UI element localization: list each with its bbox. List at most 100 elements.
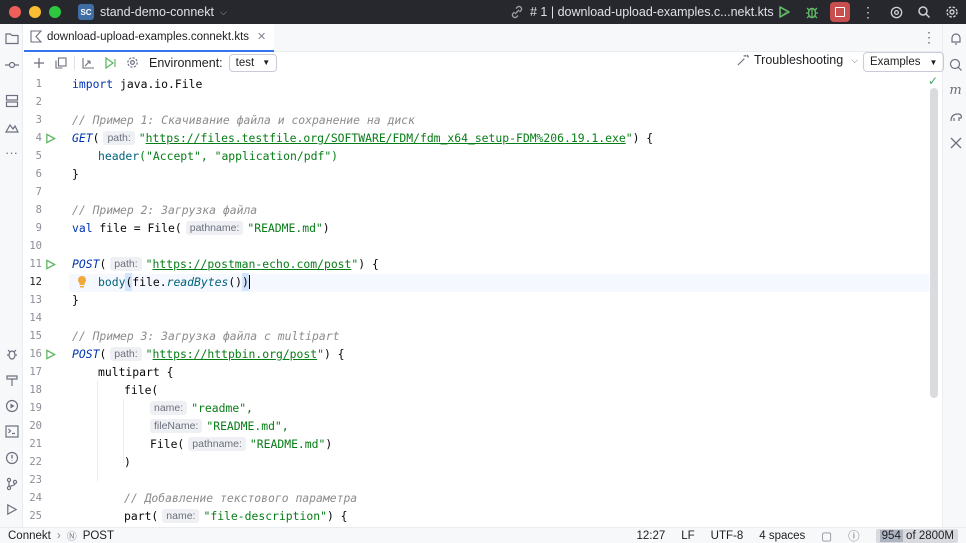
vertical-scrollbar[interactable] [930, 88, 938, 398]
lock-icon[interactable]: ▢ [821, 529, 832, 543]
code-line: ) [124, 453, 131, 471]
maven-tool-button[interactable]: m [947, 82, 964, 99]
caret-position[interactable]: 12:27 [636, 530, 665, 542]
notifications-button[interactable] [947, 30, 964, 47]
right-tool-strip: m [942, 24, 966, 527]
run-request-gutter-button[interactable] [44, 345, 56, 363]
code-line: multipart { [98, 363, 173, 381]
troubleshooting-button[interactable]: Troubleshooting ⌵ [736, 53, 858, 67]
editor-settings-button[interactable] [121, 53, 143, 73]
run-button[interactable] [770, 0, 798, 24]
memory-total: of 2800M [906, 529, 954, 542]
url-link[interactable]: https://files.testfile.org/SOFTWARE/FDM/… [146, 129, 626, 147]
problems-icon [5, 451, 18, 464]
line-number: 8 [35, 204, 42, 216]
commit-tool-button[interactable] [3, 56, 20, 73]
code-text: ) [325, 437, 333, 451]
services-icon [4, 123, 19, 133]
parameter-hint: pathname: [185, 221, 244, 235]
more-actions-button[interactable]: ⋮ [854, 0, 882, 24]
code-line: GET(path: " https://files.testfile.org/SOF… [72, 129, 653, 147]
git-tool-button[interactable] [3, 475, 20, 492]
problems-tool-button[interactable] [3, 449, 20, 466]
string: " [145, 347, 153, 361]
string: "README.md", [206, 419, 289, 433]
function-call: readBytes [166, 275, 229, 289]
keyword: val [72, 221, 93, 235]
add-request-button[interactable] [28, 53, 50, 73]
environment-select[interactable]: test ▼ [228, 53, 278, 72]
gradle-tool-button[interactable] [947, 108, 964, 125]
tabs-more-icon[interactable]: ⋮ [922, 29, 936, 46]
terminal-tool-button[interactable] [3, 423, 20, 440]
string: "README.md" [247, 221, 323, 235]
ai-chat-button[interactable] [947, 56, 964, 73]
comment: // Пример 3: Загрузка файла с multipart [72, 329, 340, 343]
window-controls [9, 6, 65, 18]
url-link[interactable]: https://postman-echo.com/post [153, 255, 352, 273]
close-window-button[interactable] [9, 6, 21, 18]
status-bar: Connekt › Ⓝ POST 12:27 LF UTF-8 4 spaces… [0, 527, 966, 543]
run-tool-button[interactable] [3, 397, 20, 414]
git-branch-icon [6, 477, 17, 490]
search-everywhere-button[interactable] [910, 0, 938, 24]
ai-assistant-button[interactable] [882, 0, 910, 24]
comment: // Пример 2: Загрузка файла [72, 203, 258, 217]
services-tool-button[interactable] [3, 118, 20, 135]
memory-indicator[interactable]: 954 of 2800M [875, 528, 958, 543]
tab-download-upload-examples[interactable]: download-upload-examples.connekt.kts ✕ [24, 23, 275, 52]
breadcrumb-item[interactable]: POST [83, 530, 114, 542]
examples-dropdown[interactable]: Examples ▼ [863, 52, 945, 72]
code-line: // Добавление текстового параметра [124, 489, 357, 507]
code-line: // Пример 1: Скачивание файла и сохранен… [72, 111, 415, 129]
code-text: ) [242, 273, 249, 291]
line-number: 3 [35, 114, 42, 126]
line-number: 23 [29, 474, 42, 486]
close-icon[interactable]: ✕ [257, 30, 266, 43]
code-editor[interactable]: import java.io.File // Пример 1: Скачива… [69, 75, 929, 527]
run-all-icon [104, 56, 116, 69]
code-text: } [72, 167, 79, 181]
stop-button[interactable] [830, 2, 850, 22]
string: " [625, 131, 633, 145]
run-bottom-button[interactable] [3, 501, 20, 518]
run-configuration-selector[interactable]: # 1 | download-upload-examples.c...nekt.… [510, 2, 787, 22]
copy-button[interactable] [50, 53, 72, 73]
breadcrumb-item[interactable]: Connekt [8, 530, 51, 542]
database-tool-button[interactable] [947, 134, 964, 151]
run-all-button[interactable] [99, 53, 121, 73]
function-icon: Ⓝ [66, 532, 77, 543]
hammer-icon [5, 374, 18, 386]
indent-setting[interactable]: 4 spaces [759, 530, 805, 542]
run-request-gutter-button[interactable] [44, 255, 56, 273]
zoom-window-button[interactable] [49, 6, 61, 18]
parameter-hint: path: [110, 257, 142, 271]
info-icon[interactable]: ⓘ [848, 528, 860, 543]
collapse-button[interactable] [77, 53, 99, 73]
settings-button[interactable] [938, 0, 966, 24]
project-selector[interactable]: SC stand-demo-connekt ⌵ [72, 2, 233, 22]
collapse-icon [81, 57, 94, 69]
line-number: 15 [29, 330, 42, 342]
minimize-window-button[interactable] [29, 6, 41, 18]
run-request-gutter-button[interactable] [44, 129, 56, 147]
bulb-icon[interactable] [76, 275, 88, 289]
method: POST [72, 257, 100, 271]
line-number: 4 [35, 132, 42, 144]
line-separator[interactable]: LF [681, 530, 694, 542]
project-tool-button[interactable] [3, 30, 20, 47]
structure-tool-button[interactable] [3, 92, 20, 109]
url-link[interactable]: https://httpbin.org/post [153, 345, 318, 363]
folder-icon [4, 33, 19, 45]
file-encoding[interactable]: UTF-8 [711, 530, 744, 542]
parameter-hint: name: [162, 509, 200, 523]
code-text: file. [132, 275, 167, 289]
more-tools-button[interactable]: ··· [3, 144, 20, 161]
line-number: 16 [29, 348, 42, 360]
debug-button[interactable] [798, 0, 826, 24]
code-text: ) { [358, 257, 379, 271]
services-bottom-button[interactable] [3, 345, 20, 362]
build-tool-button[interactable] [3, 371, 20, 388]
project-badge: SC [78, 4, 94, 20]
line-number: 9 [35, 222, 42, 234]
